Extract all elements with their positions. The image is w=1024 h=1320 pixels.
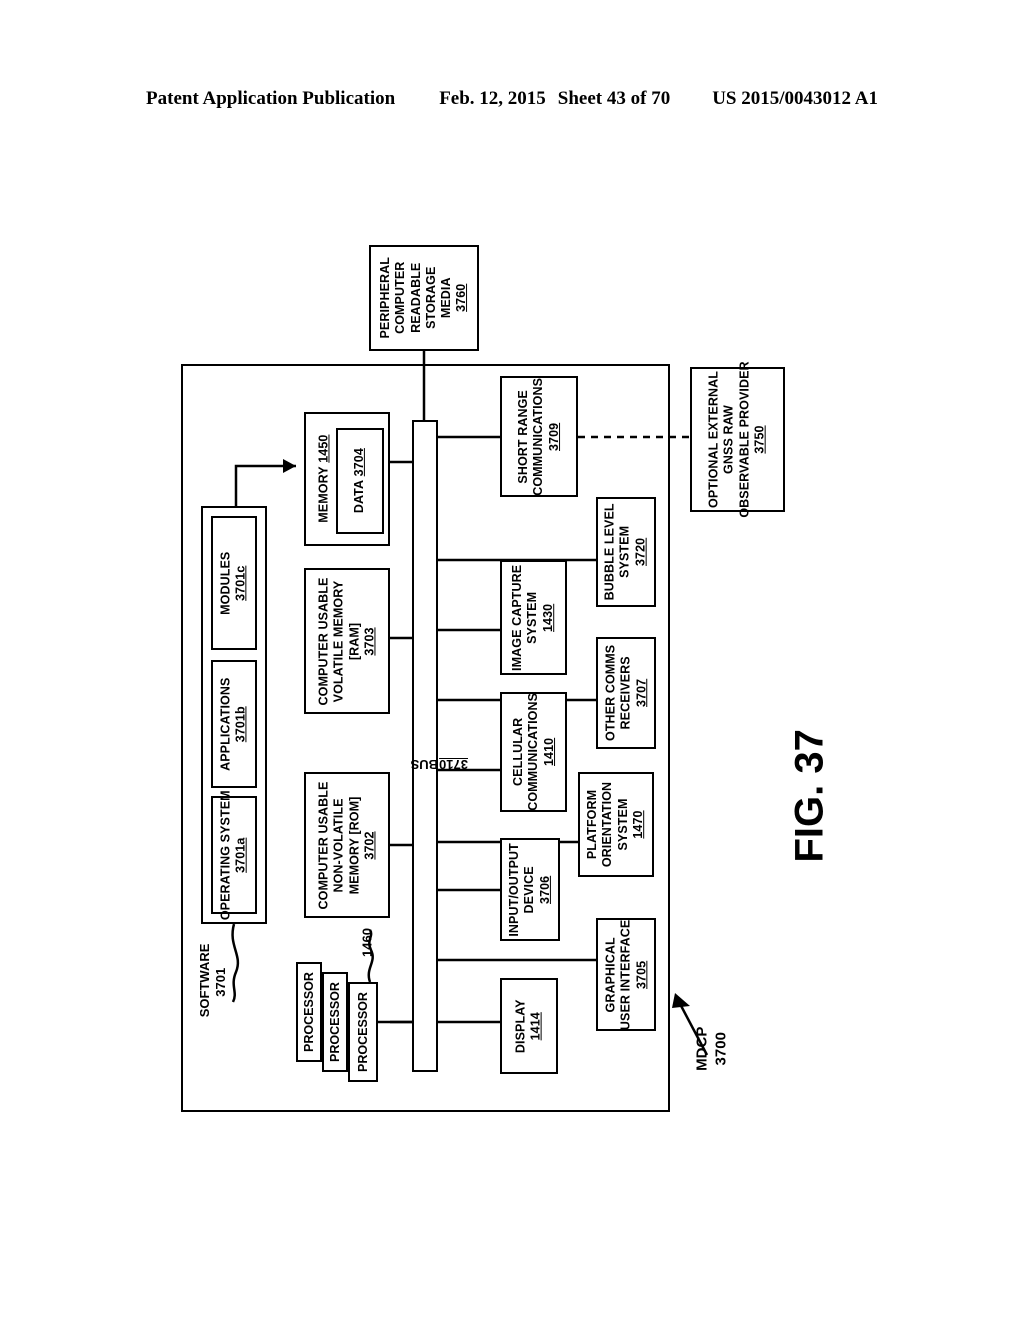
processor-label-front: PROCESSOR bbox=[356, 992, 371, 1072]
ram-label: COMPUTER USABLE VOLATILE MEMORY [RAM] 37… bbox=[316, 577, 377, 705]
input-output-device-label: INPUT/OUTPUT DEVICE 3706 bbox=[507, 842, 552, 937]
processor-label-middle: PROCESSOR bbox=[328, 982, 343, 1062]
cellular-communications-box: CELLULAR COMMUNICATIONS 1410 bbox=[500, 692, 567, 812]
processor-box-middle: PROCESSOR bbox=[322, 972, 348, 1072]
peripheral-computer-readable-storage-media-box: PERIPHERAL COMPUTER READABLE STORAGE MED… bbox=[369, 245, 479, 351]
rom-label: COMPUTER USABLE NON-VOLATILE MEMORY [ROM… bbox=[316, 781, 377, 909]
bubble-level-system-box: BUBBLE LEVEL SYSTEM 3720 bbox=[596, 497, 656, 607]
memory-label: MEMORY 1450 bbox=[316, 434, 331, 523]
processor-ref-callout: 1460 bbox=[359, 928, 375, 957]
data-label: DATA 3704 bbox=[352, 448, 367, 514]
applications-box: APPLICATIONS 3701b bbox=[211, 660, 257, 788]
applications-label: APPLICATIONS 3701b bbox=[218, 677, 248, 771]
graphical-user-interface-box: GRAPHICAL USER INTERFACE 3705 bbox=[596, 918, 656, 1031]
image-capture-system-box: IMAGE CAPTURE SYSTEM 1430 bbox=[500, 560, 567, 675]
modules-box: MODULES 3701c bbox=[211, 516, 257, 650]
platform-orientation-system-box: PLATFORM ORIENTATION SYSTEM 1470 bbox=[578, 772, 654, 877]
image-capture-system-label: IMAGE CAPTURE SYSTEM 1430 bbox=[510, 564, 556, 671]
processor-label-back: PROCESSOR bbox=[302, 972, 317, 1052]
other-comms-receivers-label: OTHER COMMS RECEIVERS 3707 bbox=[603, 644, 648, 742]
display-box: DISPLAY 1414 bbox=[500, 978, 558, 1074]
cellular-communications-label: CELLULAR COMMUNICATIONS 1410 bbox=[510, 693, 556, 811]
operating-system-label: OPERATING SYSTEM 3701a bbox=[218, 790, 249, 920]
optional-external-gnss-raw-observable-provider-box: OPTIONAL EXTERNAL GNSS RAW OBSERVABLE PR… bbox=[690, 361, 785, 518]
computer-usable-volatile-memory-box: COMPUTER USABLE VOLATILE MEMORY [RAM] 37… bbox=[304, 568, 390, 714]
bubble-level-system-label: BUBBLE LEVEL SYSTEM 3720 bbox=[603, 503, 648, 601]
data-box: DATA 3704 bbox=[336, 428, 384, 534]
peripheral-media-label: PERIPHERAL COMPUTER READABLE STORAGE MED… bbox=[378, 257, 469, 339]
figure-37-diagram: PERIPHERAL COMPUTER READABLE STORAGE MED… bbox=[0, 0, 1024, 1320]
other-comms-receivers-box: OTHER COMMS RECEIVERS 3707 bbox=[596, 637, 656, 749]
display-label: DISPLAY 1414 bbox=[513, 999, 543, 1053]
modules-label: MODULES 3701c bbox=[218, 551, 249, 615]
figure-caption: FIG. 37 bbox=[787, 729, 832, 863]
operating-system-box: OPERATING SYSTEM 3701a bbox=[211, 790, 257, 920]
short-range-communications-label: SHORT RANGE COMMUNICATIONS 3709 bbox=[516, 377, 561, 496]
software-callout: SOFTWARE 3701 bbox=[196, 943, 228, 1018]
memory-box: MEMORY 1450 DATA 3704 bbox=[304, 412, 390, 546]
input-output-device-box: INPUT/OUTPUT DEVICE 3706 bbox=[500, 838, 560, 941]
external-gnss-label: OPTIONAL EXTERNAL GNSS RAW OBSERVABLE PR… bbox=[707, 361, 767, 518]
platform-orientation-system-label: PLATFORM ORIENTATION SYSTEM 1470 bbox=[585, 781, 646, 868]
processor-box-back: PROCESSOR bbox=[296, 962, 322, 1062]
mdcp-callout: MDCP 3700 bbox=[693, 1026, 729, 1071]
short-range-communications-box: SHORT RANGE COMMUNICATIONS 3709 bbox=[500, 376, 578, 497]
processor-box-front: PROCESSOR bbox=[348, 982, 378, 1082]
bus-label: BUS 3710 bbox=[410, 757, 468, 772]
graphical-user-interface-label: GRAPHICAL USER INTERFACE 3705 bbox=[603, 919, 648, 1030]
computer-usable-non-volatile-memory-box: COMPUTER USABLE NON-VOLATILE MEMORY [ROM… bbox=[304, 772, 390, 918]
